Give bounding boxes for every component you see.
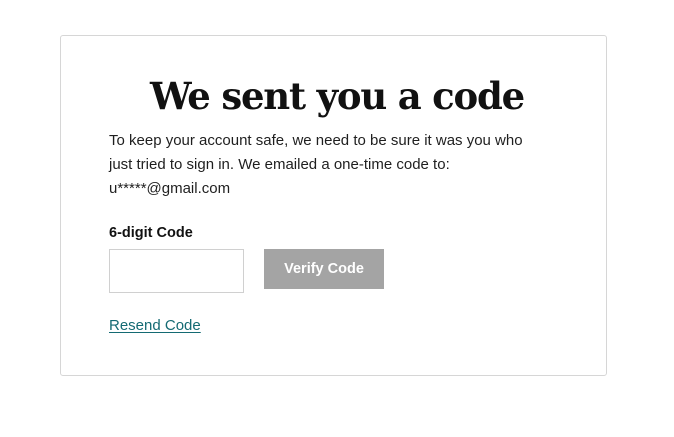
page-title: We sent you a code <box>149 74 525 118</box>
verify-code-button[interactable]: Verify Code <box>264 249 384 289</box>
code-input[interactable] <box>109 249 244 293</box>
masked-email: u*****@gmail.com <box>109 180 231 197</box>
verification-description: To keep your account safe, we need to be… <box>109 129 569 201</box>
code-field-label: 6-digit Code <box>109 225 193 241</box>
description-line: just tried to sign in. We emailed a one-… <box>109 156 450 173</box>
description-line: To keep your account safe, we need to be… <box>109 132 523 149</box>
resend-code-link[interactable]: Resend Code <box>109 316 201 336</box>
